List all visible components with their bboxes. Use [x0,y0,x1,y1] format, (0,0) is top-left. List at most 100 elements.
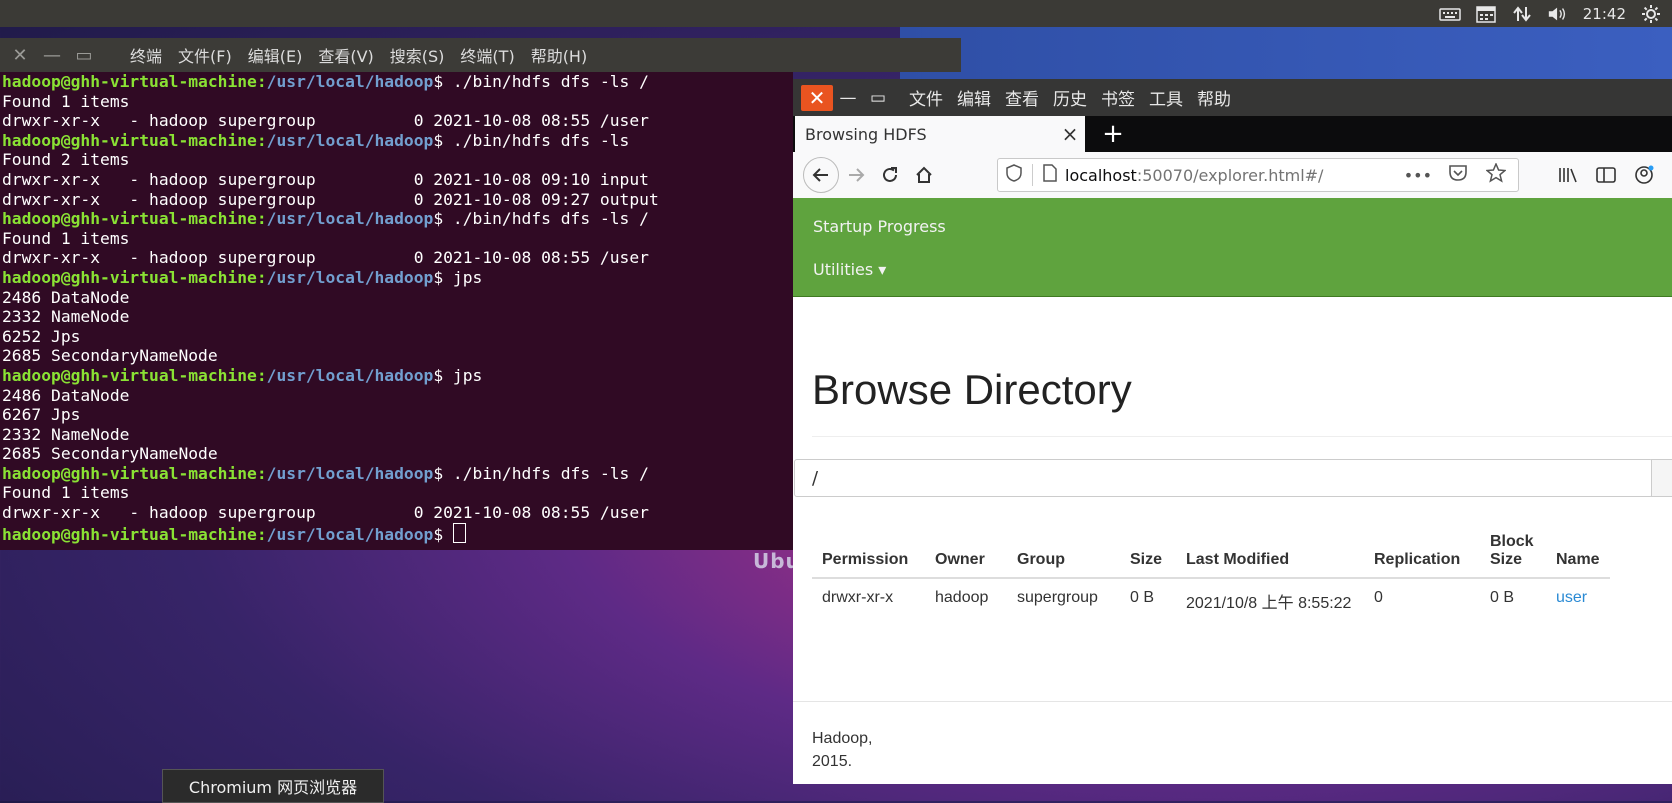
terminal-menu-view[interactable]: 查看(V) [318,43,373,67]
terminal-app-title[interactable]: 终端 [130,43,162,67]
cell-group: supergroup [1017,589,1098,606]
prompt-path: /usr/local/hadoop [266,209,434,229]
close-icon[interactable]: ✕ [8,45,32,66]
terminal-prompt-line: hadoop@ghh-virtual-machine:/usr/local/ha… [0,522,793,544]
minimize-icon[interactable]: — [40,45,64,66]
directory-table: Permission Owner Group Size Last Modifie… [812,527,1610,621]
keyboard-icon[interactable] [1439,5,1461,23]
cell-name: user [1546,578,1610,621]
terminal-output-line: 2685 SecondaryNameNode [2,444,218,464]
shield-icon[interactable] [1006,164,1022,186]
terminal-menubar: 终端 文件(F) 编辑(E) 查看(V) 搜索(S) 终端(T) 帮助(H) [130,43,587,67]
pocket-icon[interactable] [1448,164,1468,186]
terminal-output-line: 2332 NameNode [2,307,130,327]
sidebar-icon[interactable] [1589,158,1623,192]
terminal-prompt-line: hadoop@ghh-virtual-machine:/usr/local/ha… [0,209,793,229]
home-icon [916,166,932,183]
table-row: drwxr-xr-x hadoop supergroup 0 B 2021/10… [812,578,1610,621]
prompt-command: $ [433,524,453,544]
tab-browsing-hdfs[interactable]: Browsing HDFS × [795,116,1085,152]
directory-path-input[interactable]: / [794,459,1653,497]
directory-link-user[interactable]: user [1556,589,1587,606]
tab-title: Browsing HDFS [805,124,927,144]
firefox-window: ✕ — ▭ 文件 编辑 查看 历史 书签 工具 帮助 Browsing HDFS… [793,79,1672,784]
col-last-modified[interactable]: Last Modified [1176,527,1364,579]
back-button[interactable] [803,157,839,193]
terminal-output-line: drwxr-xr-x - hadoop supergroup 0 2021-10… [2,248,649,268]
close-icon[interactable]: × [1055,122,1085,146]
prompt-path: /usr/local/hadoop [266,524,434,544]
terminal-output-line: 2685 SecondaryNameNode [2,346,218,366]
page-title: Browse Directory [812,366,1132,413]
network-icon[interactable] [1511,5,1533,23]
firefox-menubar: 文件 编辑 查看 历史 书签 工具 帮助 [909,85,1231,110]
arrow-right-icon [849,168,865,182]
terminal-menu-file[interactable]: 文件(F) [178,43,232,67]
table-header-row: Permission Owner Group Size Last Modifie… [812,527,1610,579]
prompt-user: hadoop@ghh-virtual-machine: [2,463,267,483]
footer-line-2: 2015. [812,753,853,770]
col-size[interactable]: Size [1120,527,1176,579]
firefox-titlebar[interactable]: ✕ — ▭ 文件 编辑 查看 历史 书签 工具 帮助 [793,79,1672,116]
close-icon[interactable]: ✕ [801,84,833,111]
ff-menu-tools[interactable]: 工具 [1149,85,1183,110]
ff-menu-file[interactable]: 文件 [909,85,943,110]
url-bar[interactable]: localhost:50070/explorer.html#/ ••• [997,158,1519,192]
clock[interactable]: 21:42 [1583,5,1626,23]
terminal-prompt-line: hadoop@ghh-virtual-machine:/usr/local/ha… [0,72,793,92]
prompt-command: $ ./bin/hdfs dfs -ls / [433,463,649,483]
col-permission[interactable]: Permission [812,527,925,579]
maximize-icon[interactable]: ▭ [863,88,893,108]
reload-button[interactable] [873,158,907,192]
terminal-output-line: 2486 DataNode [2,287,130,307]
library-icon[interactable] [1551,158,1585,192]
gear-icon[interactable] [1640,4,1662,23]
divider [812,436,1672,437]
prompt-command: $ ./bin/hdfs dfs -ls [433,130,630,150]
more-actions-icon[interactable]: ••• [1404,166,1432,185]
terminal-prompt-line: hadoop@ghh-virtual-machine:/usr/local/ha… [0,268,793,288]
terminal-menu-search[interactable]: 搜索(S) [390,43,445,67]
col-replication[interactable]: Replication [1364,527,1480,579]
prompt-command: $ ./bin/hdfs dfs -ls / [433,72,649,91]
url-text: localhost:50070/explorer.html#/ [1065,165,1324,185]
ff-menu-view[interactable]: 查看 [1005,85,1039,110]
nav-utilities[interactable]: Utilities ▾ [813,260,886,279]
account-icon[interactable] [1627,158,1661,192]
forward-button[interactable] [839,158,873,192]
home-button[interactable] [907,158,941,192]
input-method-icon[interactable] [1475,5,1497,23]
col-name[interactable]: Name [1546,527,1610,579]
prompt-path: /usr/local/hadoop [266,72,434,91]
terminal-menu-help[interactable]: 帮助(H) [531,43,588,67]
terminal-output[interactable]: hadoop@ghh-virtual-machine:/usr/local/ha… [0,72,793,550]
prompt-path: /usr/local/hadoop [266,463,434,483]
terminal-menu-terminal[interactable]: 终端(T) [460,43,514,67]
terminal-titlebar[interactable]: ✕ — ▭ 终端 文件(F) 编辑(E) 查看(V) 搜索(S) 终端(T) 帮… [0,38,961,72]
col-block-size[interactable]: Block Size [1480,527,1546,579]
tab-strip: Browsing HDFS × + [793,116,1672,152]
ff-menu-history[interactable]: 历史 [1053,85,1087,110]
terminal-menu-edit[interactable]: 编辑(E) [248,43,303,67]
ff-menu-bookmarks[interactable]: 书签 [1101,85,1135,110]
prompt-user: hadoop@ghh-virtual-machine: [2,130,267,150]
new-tab-button[interactable]: + [1095,116,1131,152]
volume-icon[interactable] [1547,5,1569,23]
cell-last-modified: 2021/10/8 上午 8:55:22 [1186,595,1352,612]
ff-menu-help[interactable]: 帮助 [1197,85,1231,110]
cell-permission: drwxr-xr-x [822,589,894,606]
navigation-toolbar: localhost:50070/explorer.html#/ ••• [793,152,1672,199]
page-icon[interactable] [1043,164,1057,186]
nav-startup-progress[interactable]: Startup Progress [813,217,946,236]
prompt-user: hadoop@ghh-virtual-machine: [2,524,267,544]
go-button[interactable] [1651,459,1672,497]
terminal-output-line: Found 1 items [2,228,130,248]
col-group[interactable]: Group [1007,527,1120,579]
star-icon[interactable] [1485,162,1507,187]
prompt-user: hadoop@ghh-virtual-machine: [2,365,267,385]
ff-menu-edit[interactable]: 编辑 [957,85,991,110]
maximize-icon[interactable]: ▭ [72,45,96,66]
terminal-output-line: 6252 Jps [2,326,81,346]
minimize-icon[interactable]: — [833,88,863,108]
col-owner[interactable]: Owner [925,527,1007,579]
